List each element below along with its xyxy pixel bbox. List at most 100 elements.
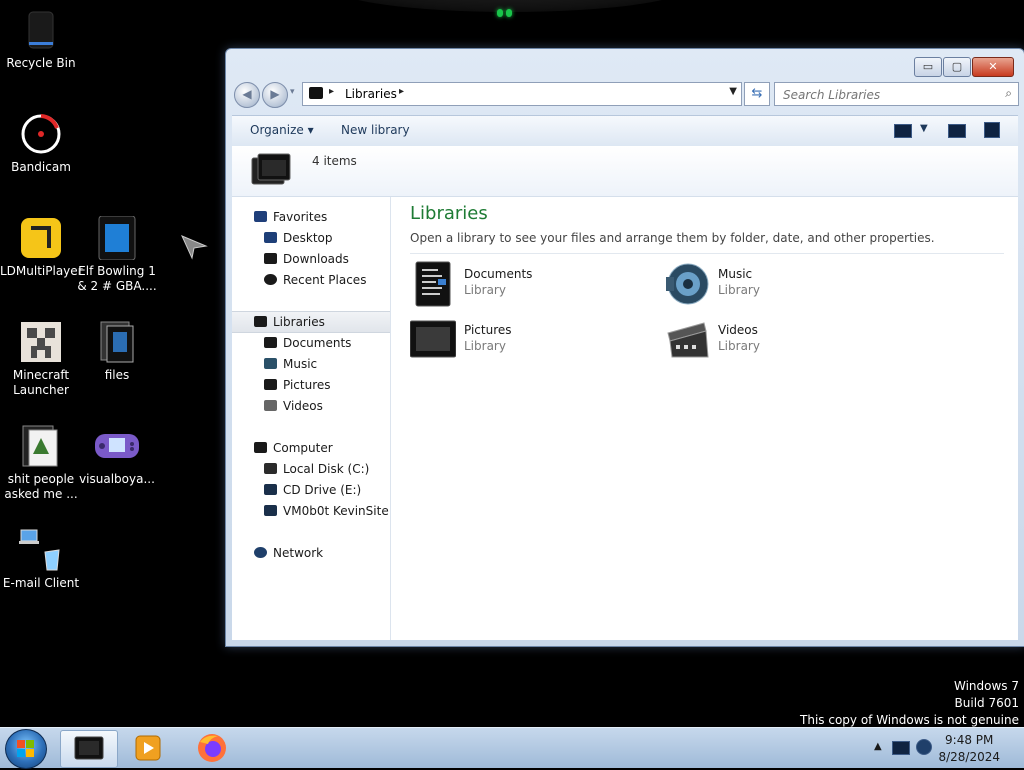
library-name: Documents xyxy=(464,267,533,281)
library-pictures[interactable]: Pictures Library xyxy=(409,317,650,365)
start-button[interactable] xyxy=(5,729,47,769)
library-type: Library xyxy=(464,339,506,353)
minimize-button[interactable]: ▭ xyxy=(914,57,942,77)
desktop-icon-label: LDMultiPlayer xyxy=(0,264,83,278)
favorites-icon xyxy=(254,211,267,222)
address-dropdown-icon[interactable]: ▼ xyxy=(729,86,737,97)
watermark-build: Build 7601 xyxy=(954,696,1019,710)
help-icon[interactable] xyxy=(984,122,1000,138)
back-button[interactable]: ◀ xyxy=(234,82,260,108)
view-options-dropdown-icon[interactable]: ▼ xyxy=(920,123,928,134)
page-title: Libraries xyxy=(410,203,488,224)
nav-label: Favorites xyxy=(273,210,328,224)
nav-label: Pictures xyxy=(283,378,331,392)
nav-desktop[interactable]: Desktop xyxy=(232,228,390,248)
desktop-icon-recycle-bin[interactable]: Recycle Bin xyxy=(0,8,82,71)
nav-label: Music xyxy=(283,357,318,371)
nav-label: Desktop xyxy=(283,231,333,245)
address-bar[interactable]: ▸ Libraries ▸ ▼ xyxy=(302,82,742,106)
nav-label: Videos xyxy=(283,399,323,413)
desktop-icon-files[interactable]: files xyxy=(76,320,158,383)
network-status-icon[interactable] xyxy=(892,741,910,755)
nav-pictures[interactable]: Pictures xyxy=(232,375,390,395)
desktop-icon-label: E-mail Client xyxy=(2,576,80,590)
nav-favorites[interactable]: Favorites xyxy=(232,207,390,227)
libraries-icon xyxy=(254,316,267,327)
search-input[interactable] xyxy=(781,85,995,105)
windows-watermark: Windows 7 Build 7601 This copy of Window… xyxy=(800,678,1019,729)
window-controls: ▭ ▢ ✕ xyxy=(913,57,1014,77)
recent-places-icon xyxy=(264,274,277,285)
search-box[interactable]: ⌕ xyxy=(774,82,1019,106)
nav-documents[interactable]: Documents xyxy=(232,333,390,353)
taskbar: ▲ 9:48 PM 8/28/2024 xyxy=(0,727,1024,769)
media-player-icon xyxy=(135,735,161,761)
desktop-icon-label: files xyxy=(104,368,130,382)
recent-pages-dropdown-icon[interactable]: ▾ xyxy=(290,87,295,97)
mouse-pointer-icon xyxy=(180,234,208,263)
refresh-icon: ⇆ xyxy=(751,86,763,101)
desktop-icon-bandicam[interactable]: Bandicam xyxy=(0,112,82,175)
libraries-icon xyxy=(309,87,323,99)
desktop-icon-elf-bowling[interactable]: Elf Bowling 1 & 2 # GBA.... xyxy=(76,215,158,294)
tablet-icon xyxy=(95,215,139,261)
library-name: Pictures xyxy=(464,323,512,337)
nav-local-disk[interactable]: Local Disk (C:) xyxy=(232,459,390,479)
computer-icon xyxy=(254,442,267,453)
taskbar-firefox[interactable] xyxy=(184,730,240,766)
breadcrumb-separator-icon: ▸ xyxy=(329,86,335,97)
preview-pane-icon[interactable] xyxy=(948,124,966,138)
library-music[interactable]: Music Library xyxy=(664,261,904,309)
desktop-icon-label: Bandicam xyxy=(11,160,71,174)
nav-network-drive[interactable]: VM0b0t KevinSite xyxy=(232,501,390,521)
breadcrumb-libraries[interactable]: Libraries xyxy=(345,87,397,101)
nav-cd-drive[interactable]: CD Drive (E:) xyxy=(232,480,390,500)
nav-network[interactable]: Network xyxy=(232,543,390,563)
nav-label: VM0b0t KevinSite xyxy=(283,504,389,518)
desktop-icon-label: visualboya... xyxy=(79,472,155,486)
taskbar-explorer[interactable] xyxy=(60,730,118,768)
nav-label: CD Drive (E:) xyxy=(283,483,362,497)
forward-button[interactable]: ▶ xyxy=(262,82,288,108)
close-button[interactable]: ✕ xyxy=(972,57,1014,77)
nav-recent-places[interactable]: Recent Places xyxy=(232,270,390,290)
desktop-folder-icon xyxy=(264,232,277,243)
breadcrumb-separator-icon[interactable]: ▸ xyxy=(399,86,404,97)
nav-computer[interactable]: Computer xyxy=(232,438,390,458)
watermark-os: Windows 7 xyxy=(953,679,1019,693)
library-videos[interactable]: Videos Library xyxy=(664,317,904,365)
nav-libraries[interactable]: Libraries xyxy=(232,311,390,333)
desktop-icon-email-client[interactable]: E-mail Client xyxy=(0,528,82,591)
desktop-icon-visualboyadvance[interactable]: visualboya... xyxy=(76,424,158,487)
refresh-button[interactable]: ⇆ xyxy=(744,82,770,106)
desktop-icon-minecraft[interactable]: Minecraft Launcher xyxy=(0,320,82,398)
page-subtitle: Open a library to see your files and arr… xyxy=(410,231,935,245)
downloads-icon xyxy=(264,253,277,264)
desktop-icon-ldmultiplayer[interactable]: LDMultiPlayer xyxy=(0,216,83,279)
organize-button[interactable]: Organize ▾ xyxy=(250,123,314,137)
nav-label: Local Disk (C:) xyxy=(283,462,370,476)
maximize-button[interactable]: ▢ xyxy=(943,57,971,77)
library-name: Videos xyxy=(718,323,758,337)
desktop-icon-label: Minecraft Launcher xyxy=(12,368,70,397)
nav-label: Network xyxy=(273,546,324,560)
search-icon[interactable]: ⌕ xyxy=(1005,86,1012,101)
nav-videos[interactable]: Videos xyxy=(232,396,390,416)
change-view-icon[interactable] xyxy=(894,124,912,138)
taskbar-media-player[interactable] xyxy=(120,730,176,766)
videos-library-icon xyxy=(664,317,710,363)
library-documents[interactable]: Documents Library xyxy=(410,261,650,309)
nav-downloads[interactable]: Downloads xyxy=(232,249,390,269)
nav-label: Libraries xyxy=(273,315,325,329)
volume-icon[interactable] xyxy=(916,739,932,755)
new-library-button[interactable]: New library xyxy=(341,123,410,137)
nav-music[interactable]: Music xyxy=(232,354,390,374)
show-hidden-icons-icon[interactable]: ▲ xyxy=(874,741,882,752)
pictures-library-icon xyxy=(409,317,457,363)
library-type: Library xyxy=(718,339,760,353)
nav-label: Documents xyxy=(283,336,352,350)
clock[interactable]: 9:48 PM 8/28/2024 xyxy=(938,732,1000,766)
desktop-icon-shit-people[interactable]: shit people asked me ... xyxy=(0,424,82,502)
nav-label: Recent Places xyxy=(283,273,367,287)
system-tray: ▲ 9:48 PM 8/28/2024 xyxy=(864,728,1024,768)
